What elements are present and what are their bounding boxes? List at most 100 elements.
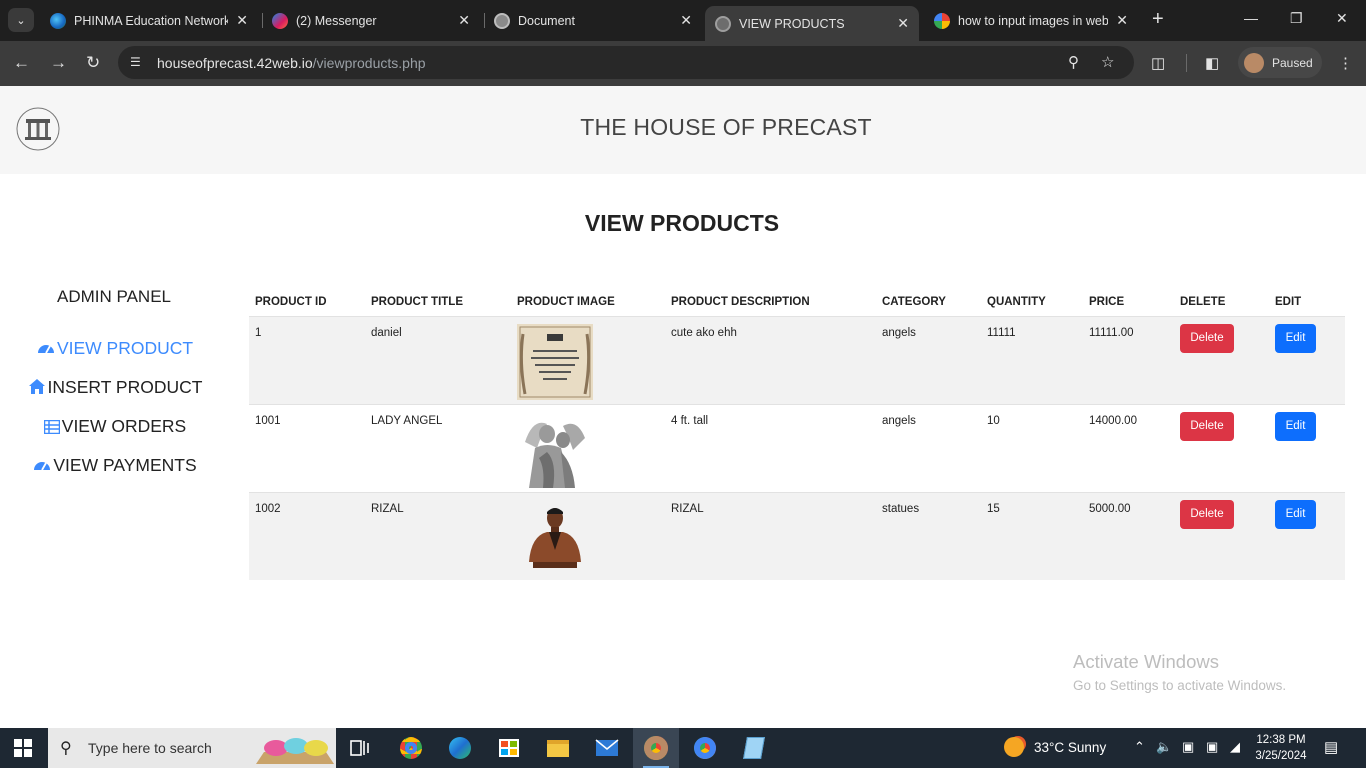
product-id-cell: 1001 [249, 403, 365, 492]
windows-taskbar: ⚲ Type here to search 33°C Sunny ⌃ 🔈 ▣ ▣… [0, 728, 1366, 768]
product-image-cell [511, 491, 665, 580]
admin-panel-title: ADMIN PANEL [57, 287, 171, 306]
delete-cell: Delete [1174, 315, 1269, 404]
column-header: PRODUCT IMAGE [517, 295, 615, 308]
quantity-cell: 15 [981, 491, 1083, 580]
window-close-icon[interactable]: ✕ [1336, 10, 1348, 27]
messenger-icon [272, 12, 288, 29]
chrome-icon[interactable] [691, 734, 719, 762]
windows-start-icon[interactable] [14, 739, 32, 757]
category-cell: statues [876, 491, 981, 580]
wifi-icon[interactable]: ◢ [1230, 739, 1240, 755]
globe-icon [715, 15, 731, 32]
task-view-icon[interactable] [346, 734, 374, 762]
search-placeholder: Type here to search [88, 740, 212, 756]
tab-document[interactable]: Document ✕ [484, 6, 702, 35]
product-description-cell: RIZAL [665, 491, 876, 580]
activate-windows-watermark: Activate Windows Go to Settings to activ… [1073, 651, 1286, 693]
tab-title: how to input images in web [958, 13, 1109, 28]
tab-view-products[interactable]: VIEW PRODUCTS ✕ [705, 6, 919, 41]
category-cell: angels [876, 403, 981, 492]
site-settings-icon[interactable]: ☰ [130, 55, 141, 69]
home-icon [28, 379, 45, 394]
profile-button[interactable]: Paused [1238, 47, 1322, 78]
weather-sun-icon[interactable] [1004, 737, 1024, 757]
bookmark-star-icon[interactable]: ☆ [1101, 53, 1114, 71]
table-list-icon [43, 420, 60, 434]
network-icon[interactable]: ▣ [1206, 739, 1218, 755]
edit-cell: Edit [1269, 315, 1345, 404]
quantity-cell: 11111 [981, 315, 1083, 404]
close-icon[interactable]: ✕ [236, 12, 248, 29]
microsoft-store-icon[interactable] [495, 734, 523, 762]
watermark-title: Activate Windows [1073, 651, 1219, 672]
tab-title: (2) Messenger [296, 13, 377, 28]
watermark-subtitle: Go to Settings to activate Windows. [1073, 678, 1287, 693]
table-header-row: PRODUCT ID PRODUCT TITLE PRODUCT IMAGE P… [249, 288, 1345, 316]
edit-button[interactable]: Edit [1275, 499, 1316, 529]
tab-google-search[interactable]: how to input images in web ✕ [924, 6, 1138, 35]
notification-icon[interactable]: ▤ [1324, 738, 1338, 756]
product-id-cell: 1 [249, 315, 365, 404]
url-text[interactable]: houseofprecast.42web.io/viewproducts.php [157, 55, 426, 71]
minimize-icon[interactable]: — [1244, 10, 1258, 26]
new-tab-plus-icon[interactable]: + [1152, 9, 1164, 29]
edit-button[interactable]: Edit [1275, 411, 1316, 441]
reload-icon[interactable]: ↻ [86, 53, 100, 73]
notepad-icon[interactable] [740, 734, 768, 762]
product-description-cell: cute ako ehh [665, 315, 876, 404]
mail-icon[interactable] [593, 734, 621, 762]
clock-time: 12:38 PM [1256, 734, 1306, 746]
edit-button[interactable]: Edit [1275, 323, 1316, 353]
extensions-puzzle-icon[interactable]: ◫ [1151, 54, 1165, 72]
sidebar-item-view-orders[interactable]: VIEW ORDERS [0, 416, 230, 437]
battery-charging-icon[interactable]: ▣ [1182, 739, 1194, 755]
site-title: THE HOUSE OF PRECAST [580, 114, 872, 140]
tab-search-chevron-icon[interactable]: ⌄ [8, 8, 34, 32]
back-arrow-icon[interactable]: ← [13, 53, 30, 73]
close-icon[interactable]: ✕ [1116, 12, 1128, 29]
file-explorer-icon[interactable] [544, 734, 572, 762]
site-header: THE HOUSE OF PRECAST [0, 86, 1366, 174]
delete-cell: Delete [1174, 403, 1269, 492]
dashboard-gauge-icon [34, 462, 51, 471]
delete-button[interactable]: Delete [1180, 499, 1234, 529]
chevron-up-icon[interactable]: ⌃ [1134, 739, 1145, 755]
column-header: EDIT [1275, 295, 1302, 308]
sidebar-item-view-product[interactable]: VIEW PRODUCT [0, 338, 230, 359]
side-panel-icon[interactable]: ◧ [1205, 54, 1219, 72]
address-bar[interactable]: ☰ houseofprecast.42web.io/viewproducts.p… [118, 46, 1134, 79]
close-icon[interactable]: ✕ [897, 15, 909, 32]
table-row: 1001 LADY ANGEL 4 ft. tall angels 10 140… [249, 403, 1345, 492]
system-clock[interactable]: 12:38 PM 3/25/2024 [1248, 732, 1314, 764]
url-domain: houseofprecast.42web.io [157, 55, 313, 71]
kebab-menu-icon[interactable]: ⋮ [1338, 54, 1353, 72]
volume-icon[interactable]: 🔈 [1156, 739, 1172, 755]
table-row: 1002 RIZAL RIZAL statues 15 5000.00 Dele… [249, 491, 1345, 580]
table-row: 1 daniel cute ako ehh angels 11111 11111… [249, 315, 1345, 404]
sidebar-item-insert-product[interactable]: INSERT PRODUCT [0, 377, 230, 398]
sidebar-item-view-payments[interactable]: VIEW PAYMENTS [0, 455, 230, 476]
dashboard-gauge-icon [37, 345, 54, 354]
delete-button[interactable]: Delete [1180, 411, 1234, 441]
product-title-cell: daniel [365, 315, 511, 404]
edit-cell: Edit [1269, 403, 1345, 492]
product-description-cell: 4 ft. tall [665, 403, 876, 492]
edge-icon[interactable] [446, 734, 474, 762]
column-header: PRODUCT DESCRIPTION [671, 295, 810, 308]
tab-phinma[interactable]: PHINMA Education Network ✕ [40, 6, 258, 35]
close-icon[interactable]: ✕ [680, 12, 692, 29]
tab-messenger[interactable]: (2) Messenger ✕ [262, 6, 480, 35]
taskbar-search-box[interactable]: ⚲ Type here to search [48, 728, 336, 768]
zoom-magnifier-icon[interactable]: ⚲ [1068, 53, 1079, 71]
weather-text[interactable]: 33°C Sunny [1034, 740, 1106, 755]
close-icon[interactable]: ✕ [458, 12, 470, 29]
delete-button[interactable]: Delete [1180, 323, 1234, 353]
toolbar-divider [1186, 54, 1187, 72]
angel-statue-image [517, 411, 593, 488]
chrome-icon[interactable] [397, 734, 425, 762]
phinma-globe-icon [50, 12, 66, 29]
restore-icon[interactable]: ❐ [1290, 10, 1303, 27]
chrome-profile-icon[interactable] [633, 728, 679, 768]
forward-arrow-icon[interactable]: → [50, 53, 67, 73]
